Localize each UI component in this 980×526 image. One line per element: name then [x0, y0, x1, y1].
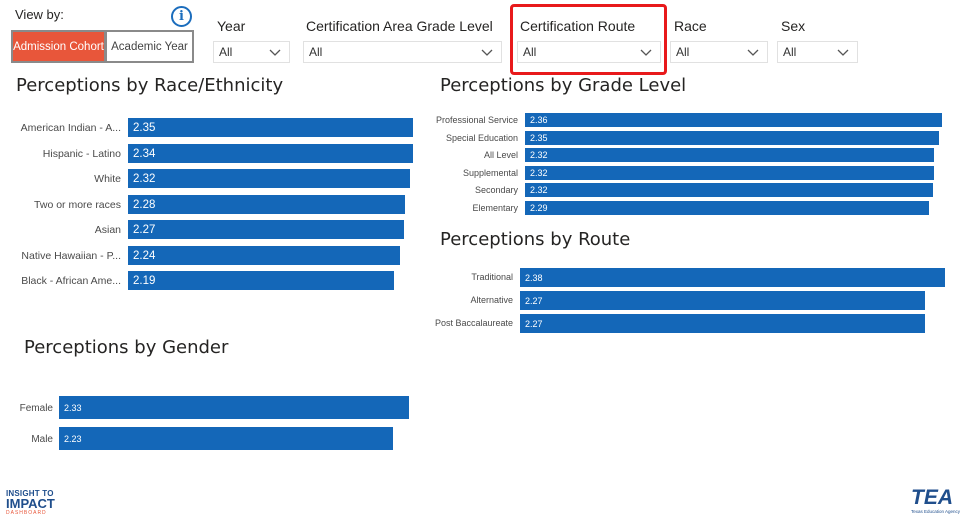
route-label-1: Alternative — [470, 295, 513, 305]
gender-section-title: Perceptions by Gender — [24, 337, 229, 358]
filter-label-race: Race — [674, 18, 707, 34]
route-bar-2[interactable]: 2.27 — [520, 314, 925, 333]
grade-label-2: All Level — [483, 150, 518, 160]
info-icon[interactable]: i — [171, 6, 192, 27]
chevron-down-icon — [747, 49, 759, 56]
race-label-6: Black - African Ame... — [21, 275, 121, 287]
filter-cert-area-dropdown[interactable]: All — [303, 41, 502, 63]
grade-label-0: Professional Service — [435, 115, 518, 125]
filter-sex-dropdown[interactable]: All — [777, 41, 858, 63]
chevron-down-icon — [640, 49, 652, 56]
filter-label-year: Year — [217, 18, 246, 34]
grade-section-title: Perceptions by Grade Level — [440, 75, 687, 96]
route-section-title: Perceptions by Route — [440, 229, 631, 250]
filter-race-dropdown[interactable]: All — [670, 41, 768, 63]
gender-label-1: Male — [31, 434, 53, 445]
race-bar-3[interactable]: 2.28 — [128, 195, 405, 214]
grade-label-3: Supplemental — [462, 168, 518, 178]
grade-bar-5[interactable]: 2.29 — [525, 201, 929, 215]
grade-bar-3[interactable]: 2.32 — [525, 166, 934, 180]
race-label-4: Asian — [94, 224, 121, 236]
insight-to-impact-logo: INSIGHT TO IMPACT DASHBOARD — [6, 489, 55, 516]
grade-bar-2[interactable]: 2.32 — [525, 148, 934, 162]
chevron-down-icon — [269, 49, 281, 56]
chevron-down-icon — [481, 49, 493, 56]
grade-label-1: Special Education — [445, 133, 518, 143]
filter-label-cert-route: Certification Route — [520, 18, 636, 34]
route-label-0: Traditional — [471, 272, 513, 282]
gender-bar-0[interactable]: 2.33 — [59, 396, 409, 419]
grade-bar-4[interactable]: 2.32 — [525, 183, 933, 197]
filter-cert-area-value: All — [309, 45, 323, 59]
filter-cert-route-dropdown[interactable]: All — [517, 41, 661, 63]
filter-year-value: All — [219, 45, 233, 59]
route-bar-0[interactable]: 2.38 — [520, 268, 945, 287]
chevron-down-icon — [837, 49, 849, 56]
academic-year-button[interactable]: Academic Year — [106, 30, 194, 63]
race-bar-6[interactable]: 2.19 — [128, 271, 394, 290]
race-section-title: Perceptions by Race/Ethnicity — [16, 75, 284, 96]
race-label-2: White — [94, 173, 121, 185]
tea-logo: TEA Texas Education Agency — [911, 486, 961, 515]
gender-label-0: Female — [19, 403, 53, 414]
filter-race-value: All — [676, 45, 690, 59]
gender-bar-1[interactable]: 2.23 — [59, 427, 393, 450]
filter-label-cert-area: Certification Area Grade Level — [306, 18, 493, 34]
race-label-5: Native Hawaiian - P... — [21, 250, 121, 262]
race-label-3: Two or more races — [34, 199, 121, 211]
filter-cert-route-value: All — [523, 45, 537, 59]
grade-bar-0[interactable]: 2.36 — [525, 113, 942, 127]
view-by-label: View by: — [15, 7, 64, 22]
race-bar-1[interactable]: 2.34 — [128, 144, 413, 163]
filter-year-dropdown[interactable]: All — [213, 41, 290, 63]
route-label-2: Post Baccalaureate — [434, 318, 513, 328]
race-bar-5[interactable]: 2.24 — [128, 246, 400, 265]
route-bar-1[interactable]: 2.27 — [520, 291, 925, 310]
grade-label-5: Elementary — [472, 203, 518, 213]
race-bar-2[interactable]: 2.32 — [128, 169, 410, 188]
certification-route-highlight — [510, 4, 667, 75]
race-bar-4[interactable]: 2.27 — [128, 220, 404, 239]
grade-bar-1[interactable]: 2.35 — [525, 131, 939, 145]
grade-label-4: Secondary — [474, 185, 518, 195]
race-label-0: American Indian - A... — [20, 122, 121, 134]
race-bar-0[interactable]: 2.35 — [128, 118, 413, 137]
admission-cohort-button[interactable]: Admission Cohort — [11, 30, 106, 63]
filter-sex-value: All — [783, 45, 797, 59]
filter-label-sex: Sex — [781, 18, 806, 34]
race-label-1: Hispanic - Latino — [42, 148, 121, 160]
